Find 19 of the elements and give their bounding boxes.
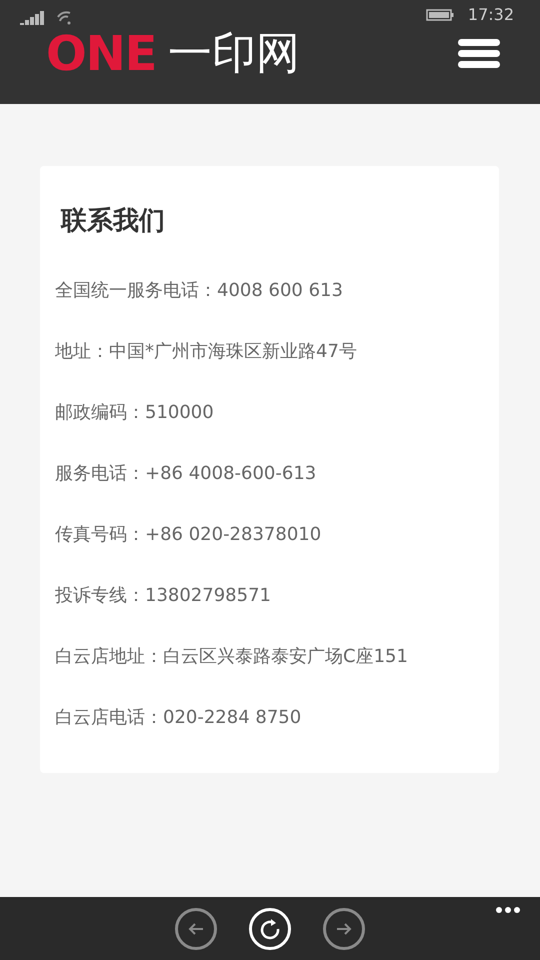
- back-arrow-icon: [188, 922, 204, 936]
- contact-line: 投诉专线：13802798571: [55, 584, 272, 608]
- forward-arrow-icon: [336, 922, 352, 936]
- contact-line: 邮政编码：510000: [55, 401, 215, 425]
- status-time: 17:32: [468, 4, 514, 26]
- contact-title: 联系我们: [61, 205, 166, 238]
- contact-line: 白云店电话：020-2284 8750: [55, 706, 302, 730]
- contact-line: 全国统一服务电话：4008 600 613: [55, 279, 344, 303]
- site-logo[interactable]: ONE 一印网: [46, 30, 300, 78]
- contact-line: 白云店地址：白云区兴泰路泰安广场C座151: [55, 645, 409, 669]
- contact-line: 地址：中国*广州市海珠区新业路47号: [55, 340, 358, 364]
- refresh-button[interactable]: [249, 908, 291, 950]
- signal-icon: [20, 9, 46, 25]
- more-icon[interactable]: [496, 907, 520, 913]
- menu-icon[interactable]: [458, 39, 500, 69]
- contact-line: 服务电话：+86 4008-600-613: [55, 462, 318, 486]
- contact-line: 传真号码：+86 020-28378010: [55, 523, 322, 547]
- refresh-icon: [259, 918, 281, 940]
- battery-icon: [426, 9, 454, 21]
